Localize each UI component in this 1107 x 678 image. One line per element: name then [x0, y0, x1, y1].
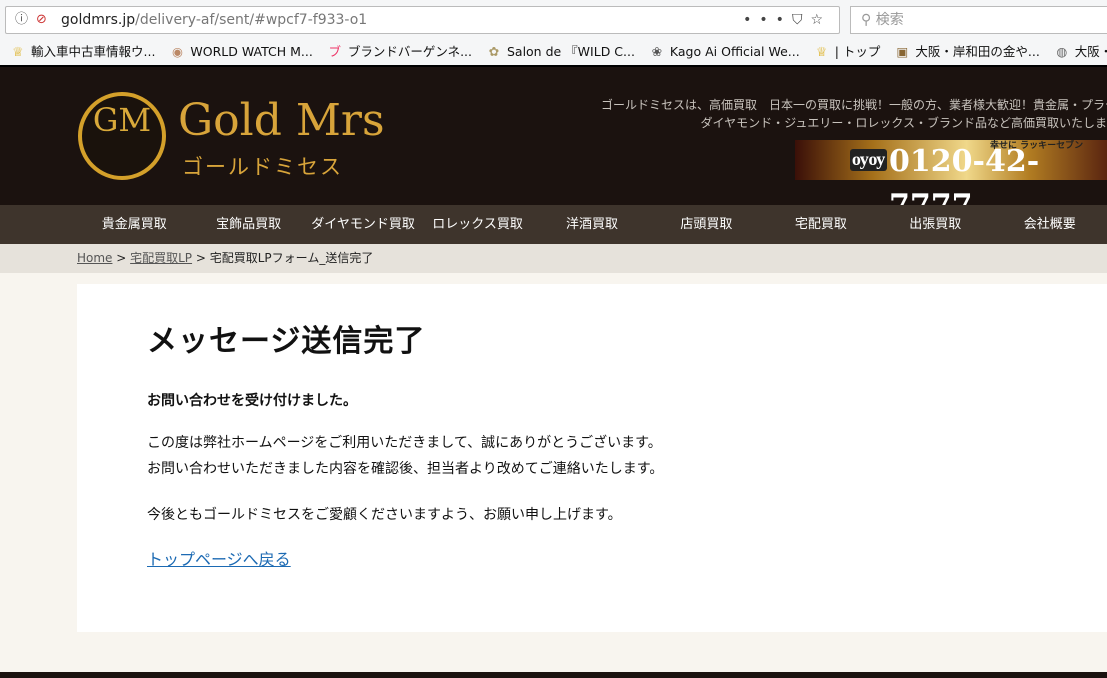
brand-icon: ブ	[328, 44, 342, 59]
nav-item[interactable]: ロレックス買取	[420, 205, 534, 244]
fox-icon: ♕	[12, 44, 24, 59]
bookmark[interactable]: ❀ Kago Ai Official We...	[649, 38, 800, 65]
bookmark[interactable]: ♕ 輸入車中古車情報ウ...	[10, 38, 155, 65]
page-actions-icon[interactable]: •••	[743, 12, 792, 28]
footer	[0, 672, 1107, 678]
info-icon[interactable]: ⓘ	[15, 7, 28, 33]
site-header: GM Gold Mrs ゴールドミセス ゴールドミセスは、高価買取 日本一の買取…	[0, 67, 1107, 223]
bookmark[interactable]: ♕ | トップ	[814, 38, 880, 65]
bookmark[interactable]: ブブランドバーゲンネ...	[327, 38, 472, 65]
breadcrumb: Home > 宅配買取LP > 宅配買取LPフォーム_送信完了	[0, 244, 1107, 273]
bookmarks-bar: ♕ 輸入車中古車情報ウ... ◉ WORLD WATCH M... ブブランドバーゲ…	[0, 38, 1107, 67]
gold-icon: ▣	[896, 44, 909, 59]
freedial-icon: ѹѹ	[850, 149, 888, 171]
search-input[interactable]: ⚲ 検索	[850, 6, 1107, 34]
insecure-lock-icon[interactable]: ⊘	[36, 7, 47, 33]
url-text: goldmrs.jp/delivery-af/sent/#wpcf7-f933-…	[61, 12, 368, 28]
content-card: メッセージ送信完了 お問い合わせを受け付けました。 この度は弊社ホームページをご…	[77, 284, 1107, 632]
lead-text: お問い合わせを受け付けました。	[147, 393, 357, 409]
nav-item[interactable]: 宝飾品買取	[191, 205, 305, 244]
thanks-paragraph: この度は弊社ホームページをご利用いただきまして、誠にありがとうございます。 お問い…	[147, 435, 664, 477]
watch-icon: ◉	[171, 44, 183, 59]
phone-banner[interactable]: ѹѹ 0120-42-7777 幸せに ラッキーセブン	[795, 140, 1107, 223]
breadcrumb-separator: >	[112, 251, 131, 265]
nav-item[interactable]: 洋酒買取	[535, 205, 649, 244]
breadcrumb-separator: >	[192, 251, 210, 265]
bookmark[interactable]: ◍大阪・	[1054, 38, 1107, 65]
nav-item[interactable]: 出張買取	[878, 205, 992, 244]
back-to-top-link[interactable]: トップページへ戻る	[147, 546, 291, 570]
logo-mark[interactable]: GM	[78, 92, 166, 180]
bookmark[interactable]: ◉ WORLD WATCH M...	[169, 38, 313, 65]
bookmark[interactable]: ✿ Salon de 『WILD C...	[486, 38, 635, 65]
rose-icon: ❀	[651, 44, 663, 59]
main-nav: 貴金属買取 宝飾品買取 ダイヤモンド買取 ロレックス買取 洋酒買取 店頭買取 宅…	[0, 205, 1107, 244]
browser-toolbar: ⓘ ⊘ goldmrs.jp/delivery-af/sent/#wpcf7-f…	[0, 0, 1107, 38]
search-icon: ⚲	[861, 12, 876, 28]
page-title: メッセージ送信完了	[147, 324, 426, 359]
nav-item[interactable]: 会社概要	[993, 205, 1107, 244]
nav-item[interactable]: ダイヤモンド買取	[306, 205, 420, 244]
bookmark[interactable]: ▣ 大阪・岸和田の金や...	[894, 38, 1039, 65]
fox-icon: ♕	[816, 44, 828, 59]
nav-item[interactable]: 貴金属買取	[77, 205, 191, 244]
logo-subtitle: ゴールドミセス	[182, 155, 343, 179]
tagline: ゴールドミセスは、高価買取 日本一の買取に挑戦！一般の方、業者様大歓迎！貴金属・…	[600, 98, 1107, 130]
logo-text[interactable]: Gold Mrs	[178, 95, 385, 146]
breadcrumb-parent[interactable]: 宅配買取LP	[130, 251, 192, 265]
bookmark-star-icon[interactable]: ☆	[810, 12, 831, 28]
breadcrumb-current: 宅配買取LPフォーム_送信完了	[209, 251, 374, 265]
phone-slogan: 幸せに ラッキーセブン	[990, 141, 1084, 151]
nav-item[interactable]: 店頭買取	[649, 205, 763, 244]
globe-icon: ◍	[1056, 44, 1068, 59]
flower-icon: ✿	[488, 44, 500, 59]
nav-item[interactable]: 宅配買取	[764, 205, 878, 244]
closing-paragraph: 今後ともゴールドミセスをご愛顧くださいますよう、お願い申し上げます。	[147, 507, 622, 523]
address-bar[interactable]: ⓘ ⊘ goldmrs.jp/delivery-af/sent/#wpcf7-f…	[5, 6, 840, 34]
breadcrumb-home[interactable]: Home	[77, 251, 112, 265]
pocket-icon[interactable]: ⛉	[792, 12, 811, 28]
